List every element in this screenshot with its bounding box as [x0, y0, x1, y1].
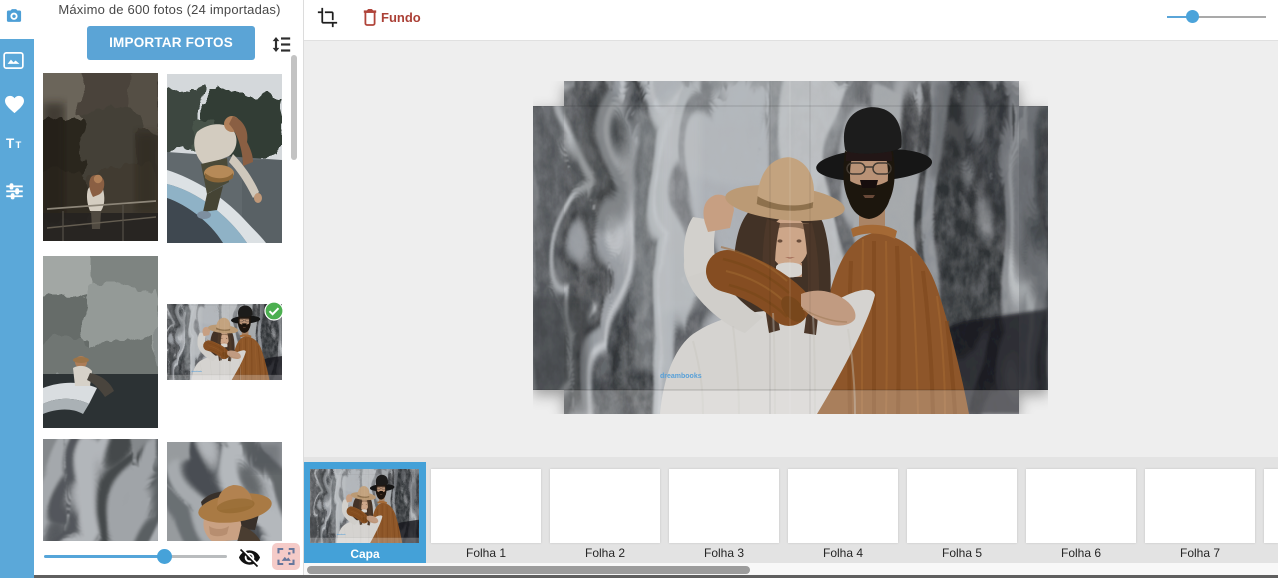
- svg-text:T: T: [16, 140, 22, 151]
- svg-text:T: T: [6, 136, 15, 151]
